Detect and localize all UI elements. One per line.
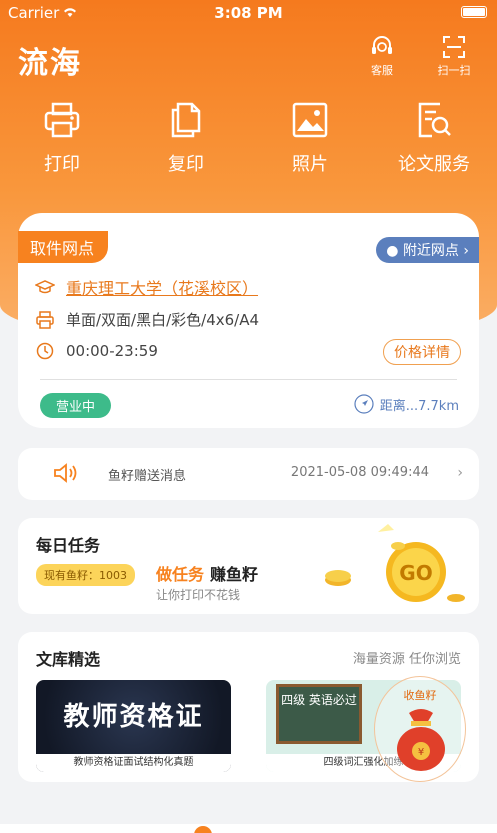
print-options-row: 单面/双面/黑白/彩色/4x6/A4 bbox=[34, 309, 259, 330]
chevron-right-icon: › bbox=[463, 243, 469, 259]
print-options-text: 单面/双面/黑白/彩色/4x6/A4 bbox=[66, 311, 260, 329]
copy-icon bbox=[171, 102, 201, 138]
do-task-label: 做任务 bbox=[156, 565, 205, 584]
distance-text: 距离...7.7km bbox=[379, 398, 459, 414]
hours-row: 00:00-23:59 bbox=[34, 342, 158, 360]
service-copy[interactable]: 复印 bbox=[124, 100, 248, 176]
school-name-link[interactable]: 重庆理工大学（花溪校区） bbox=[66, 275, 258, 299]
pickup-point-card: 取件网点 ● 附近网点 › 重庆理工大学（花溪校区） 单面/双面/黑白/彩色/4… bbox=[18, 213, 479, 428]
customer-service-button[interactable]: 客服 bbox=[357, 34, 407, 78]
service-print[interactable]: 打印 bbox=[0, 100, 124, 176]
school-row[interactable]: 重庆理工大学（花溪校区） bbox=[34, 275, 258, 299]
graduation-cap-icon bbox=[34, 279, 56, 295]
notice-message: 鱼籽赠送消息 bbox=[108, 469, 187, 484]
collect-fish-label: 收鱼籽 bbox=[403, 689, 437, 702]
daily-task-card[interactable]: 每日任务 现有鱼籽：1003 做任务 赚鱼籽 让你打印不花钱 GO bbox=[18, 518, 479, 614]
bottom-tab-bar bbox=[0, 824, 497, 833]
photo-icon bbox=[292, 102, 328, 138]
book-caption: 教师资格证面试结构化真题 bbox=[36, 754, 231, 772]
daily-task-title: 每日任务 bbox=[36, 536, 101, 555]
headset-icon bbox=[372, 36, 392, 54]
service-photo-label: 照片 bbox=[292, 154, 328, 175]
library-subtitle[interactable]: 海量资源 任你浏览 bbox=[353, 648, 461, 667]
daily-task-subtitle: 让你打印不花钱 bbox=[156, 588, 241, 602]
service-photo[interactable]: 照片 bbox=[248, 100, 372, 176]
svg-text:¥: ¥ bbox=[418, 747, 424, 758]
distance-info[interactable]: 距离...7.7km bbox=[354, 394, 459, 414]
book-cover-title: 四级 英语必过 bbox=[276, 684, 362, 744]
scan-label: 扫一扫 bbox=[437, 64, 471, 77]
earn-label: 赚鱼籽 bbox=[210, 565, 259, 584]
open-status-badge: 营业中 bbox=[40, 393, 112, 418]
divider bbox=[40, 379, 457, 380]
status-bar: Carrier 3:08 PM bbox=[0, 0, 497, 26]
printer-icon bbox=[44, 102, 80, 138]
service-thesis-label: 论文服务 bbox=[398, 154, 470, 175]
nearby-points-button[interactable]: ● 附近网点 › bbox=[376, 237, 479, 263]
service-menu: 打印 复印 照片 论文服务 bbox=[0, 100, 497, 176]
fish-count-badge: 现有鱼籽：1003 bbox=[36, 564, 135, 586]
collect-fish-float-button[interactable]: 收鱼籽 ¥ bbox=[374, 676, 466, 782]
customer-service-label: 客服 bbox=[371, 64, 393, 77]
chevron-right-icon: › bbox=[457, 465, 463, 481]
clock-icon bbox=[34, 342, 56, 360]
battery-icon bbox=[461, 6, 487, 18]
pickup-tag: 取件网点 bbox=[18, 231, 109, 263]
speaker-icon bbox=[52, 461, 78, 489]
paper-search-icon bbox=[418, 102, 451, 138]
location-pin-icon: ● bbox=[386, 243, 399, 259]
book-cover-title: 教师资格证 bbox=[63, 702, 204, 732]
service-copy-label: 复印 bbox=[168, 154, 204, 175]
library-section: 文库精选 海量资源 任你浏览 教师资格证 教师资格证面试结构化真题 四级 英语必… bbox=[18, 632, 479, 782]
small-printer-icon bbox=[34, 310, 56, 329]
gold-coin-illustration: GO bbox=[325, 524, 465, 602]
library-title: 文库精选 bbox=[36, 650, 101, 669]
service-thesis[interactable]: 论文服务 bbox=[372, 100, 496, 176]
price-details-button[interactable]: 价格详情 bbox=[383, 339, 461, 365]
notice-bar[interactable]: 鱼籽赠送消息 2021-05-08 09:49:44 › bbox=[18, 448, 479, 500]
business-hours: 00:00-23:59 bbox=[66, 342, 158, 360]
scan-icon bbox=[443, 36, 465, 58]
navigation-icon bbox=[354, 394, 374, 414]
coin-go-text: GO bbox=[399, 561, 432, 585]
nearby-label: 附近网点 bbox=[402, 243, 459, 259]
status-time: 3:08 PM bbox=[214, 4, 283, 22]
book-card-teacher[interactable]: 教师资格证 教师资格证面试结构化真题 bbox=[36, 680, 231, 772]
scan-button[interactable]: 扫一扫 bbox=[429, 34, 479, 78]
lucky-bag-icon: ¥ bbox=[397, 709, 445, 771]
app-logo: 流海 bbox=[18, 46, 82, 81]
do-task-heading[interactable]: 做任务 赚鱼籽 bbox=[156, 561, 258, 585]
notice-date: 2021-05-08 09:49:44 bbox=[290, 465, 429, 480]
service-print-label: 打印 bbox=[44, 154, 80, 175]
